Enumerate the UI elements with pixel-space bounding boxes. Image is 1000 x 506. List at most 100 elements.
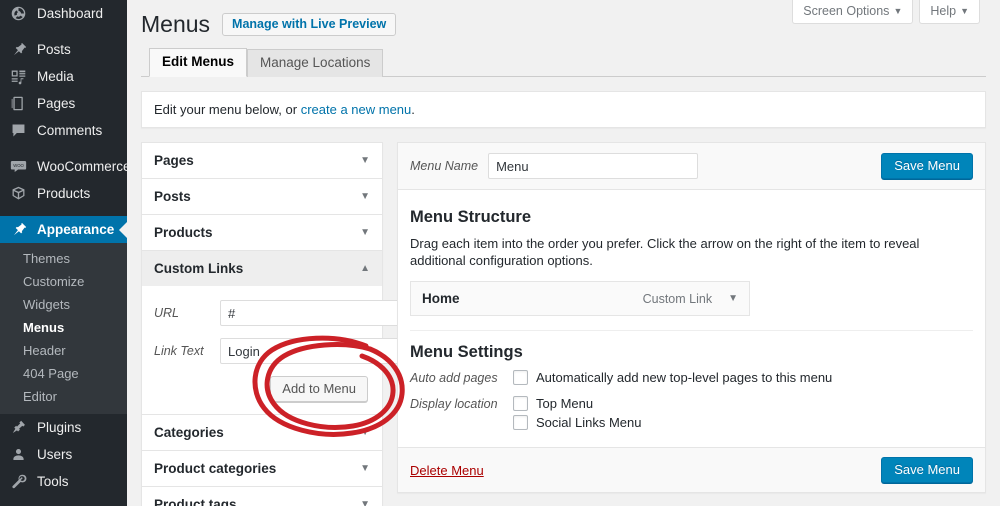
help-button[interactable]: Help ▼ bbox=[919, 0, 980, 24]
sidebar-item-pages[interactable]: Pages bbox=[0, 90, 127, 117]
social-links-menu-checkbox[interactable] bbox=[513, 415, 528, 430]
help-label: Help bbox=[930, 4, 957, 18]
accordion-header-product-tags[interactable]: Product tags ▼ bbox=[142, 487, 382, 506]
url-field-row: URL bbox=[154, 300, 412, 326]
tab-manage-locations[interactable]: Manage Locations bbox=[247, 49, 384, 77]
chevron-down-icon: ▼ bbox=[360, 227, 370, 238]
chevron-down-icon: ▼ bbox=[360, 463, 370, 474]
screen-meta-links: Screen Options ▼ Help ▼ bbox=[792, 0, 980, 24]
submenu-item-themes[interactable]: Themes bbox=[0, 247, 127, 270]
page-title: Menus bbox=[141, 10, 211, 37]
chevron-down-icon: ▼ bbox=[360, 427, 370, 438]
edit-menu-notice: Edit your menu below, or create a new me… bbox=[141, 91, 986, 128]
auto-add-pages-checkbox-label: Automatically add new top-level pages to… bbox=[536, 370, 833, 385]
accordion-label: Categories bbox=[154, 425, 224, 440]
add-to-menu-button[interactable]: Add to Menu bbox=[270, 376, 368, 402]
menu-edit-wrap: Pages ▼ Posts ▼ Products ▼ Custom Links … bbox=[141, 142, 986, 506]
accordion-label: Product categories bbox=[154, 461, 277, 476]
save-menu-button-top[interactable]: Save Menu bbox=[881, 153, 973, 179]
link-text-field-row: Link Text bbox=[154, 338, 412, 364]
menu-name-input[interactable] bbox=[488, 153, 699, 179]
submenu-item-header[interactable]: Header bbox=[0, 339, 127, 362]
sidebar-item-appearance[interactable]: Appearance bbox=[0, 216, 127, 243]
sidebar-item-products[interactable]: Products bbox=[0, 180, 127, 207]
sidebar-separator bbox=[0, 27, 127, 36]
accordion: Pages ▼ Posts ▼ Products ▼ Custom Links … bbox=[141, 142, 412, 506]
accordion-header-custom-links[interactable]: Custom Links ▲ bbox=[142, 251, 382, 286]
accordion-header-categories[interactable]: Categories ▼ bbox=[142, 415, 382, 450]
accordion-section-categories: Categories ▼ bbox=[142, 415, 382, 451]
submenu-item-editor[interactable]: Editor bbox=[0, 385, 127, 408]
link-text-input[interactable] bbox=[220, 338, 412, 364]
menu-structure-title: Menu Structure bbox=[410, 208, 532, 226]
sidebar-item-plugins[interactable]: Plugins bbox=[0, 414, 127, 441]
display-location-label: Display location bbox=[410, 397, 498, 411]
accordion-section-custom-links: Custom Links ▲ URL Link Text bbox=[142, 251, 412, 415]
divider bbox=[410, 330, 973, 331]
sidebar-item-posts[interactable]: Posts bbox=[0, 36, 127, 63]
users-icon bbox=[9, 446, 27, 464]
screen-options-label: Screen Options bbox=[803, 4, 890, 18]
pin-icon bbox=[9, 41, 27, 59]
accordion-label: Product tags bbox=[154, 497, 237, 506]
top-menu-label: Top Menu bbox=[536, 396, 594, 411]
sidebar-item-media[interactable]: Media bbox=[0, 63, 127, 90]
accordion-section-product-categories: Product categories ▼ bbox=[142, 451, 382, 487]
products-icon bbox=[9, 185, 27, 203]
accordion-label: Custom Links bbox=[154, 261, 244, 276]
main-content: Screen Options ▼ Help ▼ Menus Manage with … bbox=[127, 0, 1000, 506]
create-a-new-menu-link[interactable]: create a new menu bbox=[301, 102, 412, 117]
accordion-header-products[interactable]: Products ▼ bbox=[142, 215, 382, 250]
notice-text-before: Edit your menu below, or bbox=[154, 102, 301, 117]
admin-sidebar: Dashboard Posts Media Pages Comments WOO… bbox=[0, 0, 127, 506]
sidebar-item-dashboard[interactable]: Dashboard bbox=[0, 0, 127, 27]
top-menu-checkbox-line[interactable]: Top Menu bbox=[513, 396, 642, 411]
accordion-section-pages: Pages ▼ bbox=[142, 143, 382, 179]
chevron-down-icon: ▼ bbox=[960, 6, 969, 16]
svg-text:WOO: WOO bbox=[13, 163, 24, 168]
accordion-header-pages[interactable]: Pages ▼ bbox=[142, 143, 382, 178]
plugins-icon bbox=[9, 419, 27, 437]
tab-edit-menus[interactable]: Edit Menus bbox=[149, 48, 248, 77]
chevron-down-icon[interactable]: ▼ bbox=[728, 293, 738, 304]
link-text-label: Link Text bbox=[154, 344, 204, 358]
submenu-item-menus[interactable]: Menus bbox=[0, 316, 127, 339]
woocommerce-icon: WOO bbox=[9, 158, 27, 176]
menu-settings-column: Menu Name Save Menu Menu Structure Drag … bbox=[397, 142, 986, 493]
auto-add-pages-checkbox-line[interactable]: Automatically add new top-level pages to… bbox=[513, 370, 832, 385]
sidebar-item-comments[interactable]: Comments bbox=[0, 117, 127, 144]
tools-icon bbox=[9, 473, 27, 491]
chevron-down-icon: ▼ bbox=[893, 6, 903, 16]
sidebar-item-tools[interactable]: Tools bbox=[0, 468, 127, 495]
menu-item-row[interactable]: Home Custom Link ▼ bbox=[410, 281, 750, 316]
custom-links-body: URL Link Text Add to Menu bbox=[142, 286, 412, 414]
appearance-submenu: Themes Customize Widgets Menus Header 40… bbox=[0, 243, 127, 414]
menu-structure-description: Drag each item into the order you prefer… bbox=[410, 236, 920, 268]
add-menu-items-column: Pages ▼ Posts ▼ Products ▼ Custom Links … bbox=[141, 142, 412, 506]
accordion-header-product-categories[interactable]: Product categories ▼ bbox=[142, 451, 382, 486]
submenu-item-widgets[interactable]: Widgets bbox=[0, 293, 127, 316]
chevron-down-icon: ▼ bbox=[360, 191, 370, 202]
pages-icon bbox=[9, 95, 27, 113]
menu-structure-body: Menu Structure Drag each item into the o… bbox=[398, 190, 985, 447]
delete-menu-link[interactable]: Delete Menu bbox=[410, 463, 484, 478]
custom-links-actions: Add to Menu bbox=[154, 376, 370, 402]
display-location-options: Top Menu Social Links Menu bbox=[513, 396, 642, 434]
accordion-section-posts: Posts ▼ bbox=[142, 179, 382, 215]
chevron-down-icon: ▼ bbox=[360, 499, 370, 506]
manage-with-live-preview-button[interactable]: Manage with Live Preview bbox=[222, 12, 397, 36]
save-menu-button-bottom[interactable]: Save Menu bbox=[881, 457, 973, 483]
screen-options-button[interactable]: Screen Options ▼ bbox=[792, 0, 914, 24]
top-menu-checkbox[interactable] bbox=[513, 396, 528, 411]
sidebar-item-label: Plugins bbox=[37, 420, 82, 435]
accordion-section-products: Products ▼ bbox=[142, 215, 382, 251]
sidebar-item-woocommerce[interactable]: WOO WooCommerce bbox=[0, 153, 127, 180]
auto-add-pages-row: Auto add pages Automatically add new top… bbox=[410, 370, 973, 389]
submenu-item-customize[interactable]: Customize bbox=[0, 270, 127, 293]
auto-add-pages-checkbox[interactable] bbox=[513, 370, 528, 385]
sidebar-item-users[interactable]: Users bbox=[0, 441, 127, 468]
social-links-menu-checkbox-line[interactable]: Social Links Menu bbox=[513, 415, 642, 430]
accordion-header-posts[interactable]: Posts ▼ bbox=[142, 179, 382, 214]
url-input[interactable] bbox=[220, 300, 412, 326]
submenu-item-404-page[interactable]: 404 Page bbox=[0, 362, 127, 385]
